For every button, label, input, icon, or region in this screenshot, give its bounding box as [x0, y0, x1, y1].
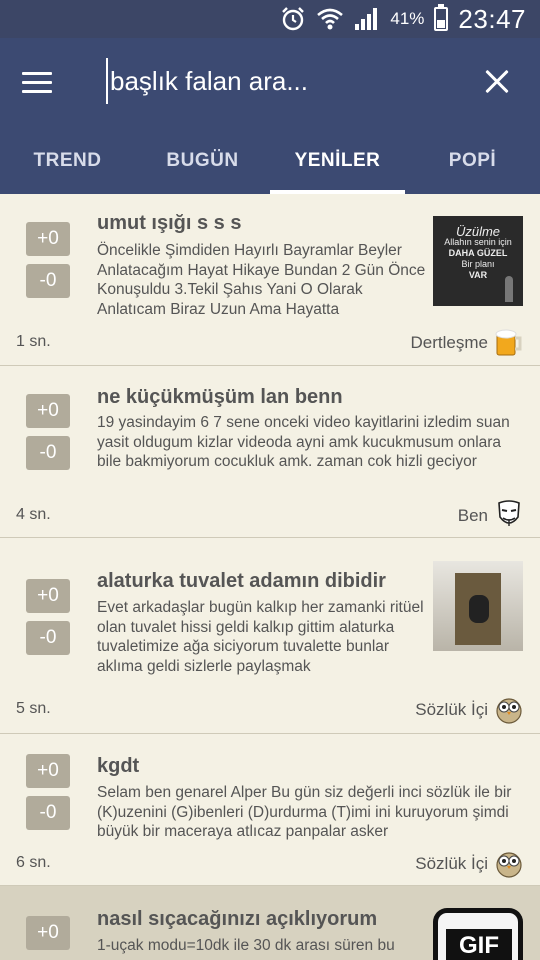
thumbnail-caption: DAHA GÜZEL: [448, 248, 508, 258]
post-excerpt: Öncelikle Şimdiden Hayırlı Bayramlar Bey…: [97, 242, 426, 318]
post-item[interactable]: +0 -0 alaturka tuvalet adamın dibidir Ev…: [0, 538, 540, 734]
post-item[interactable]: +0 -0 umut ışığı s s s Öncelikle Şimdide…: [0, 194, 540, 366]
downvote-button[interactable]: -0: [26, 436, 70, 470]
thumbnail-caption: Allahın senin için: [444, 237, 512, 247]
post-thumbnail[interactable]: [433, 561, 523, 651]
beer-mug-icon: [495, 329, 522, 356]
post-title[interactable]: ne küçükmüşüm lan benn: [97, 386, 343, 409]
tab-popi[interactable]: POPİ: [405, 128, 540, 194]
post-category[interactable]: Dertleşme: [411, 333, 488, 353]
thumbnail-caption: Bir planı: [461, 259, 495, 269]
downvote-button[interactable]: -0: [26, 621, 70, 655]
upvote-button[interactable]: +0: [26, 754, 70, 788]
person-figure: [469, 595, 489, 623]
post-item[interactable]: +0 nasıl sıçacağınızı açıklıyorum 1-uçak…: [0, 886, 540, 960]
app-bar: TREND BUGÜN YENİLER POPİ: [0, 38, 540, 194]
post-title[interactable]: nasıl sıçacağınızı açıklıyorum: [97, 908, 377, 931]
owl-icon: [496, 698, 522, 724]
post-title[interactable]: umut ışığı s s s: [97, 212, 241, 235]
post-excerpt: 1-uçak modu=10dk ile 30 dk arası süren b…: [97, 937, 395, 954]
post-feed: +0 -0 umut ışığı s s s Öncelikle Şimdide…: [0, 194, 540, 960]
gif-label: GIF: [446, 929, 512, 960]
downvote-button[interactable]: -0: [26, 264, 70, 298]
signal-icon: [355, 8, 378, 30]
wifi-icon: [317, 8, 344, 30]
upvote-button[interactable]: +0: [26, 394, 70, 428]
post-category[interactable]: Ben: [458, 506, 488, 526]
hamburger-menu-icon[interactable]: [22, 62, 62, 102]
post-item[interactable]: +0 -0 ne küçükmüşüm lan benn 19 yasinday…: [0, 366, 540, 538]
battery-percent: 41%: [390, 9, 425, 28]
post-time: 4 sn.: [16, 506, 51, 523]
clock: 23:47: [458, 3, 526, 34]
post-excerpt: 19 yasindayim 6 7 sene onceki video kayi…: [97, 414, 510, 470]
upvote-button[interactable]: +0: [26, 222, 70, 256]
close-icon[interactable]: [480, 64, 516, 100]
status-bar: 41% 23:47: [0, 0, 540, 38]
status-icons: 41% 23:47: [280, 0, 526, 38]
post-category[interactable]: Sözlük İçi: [415, 700, 488, 720]
downvote-button[interactable]: -0: [26, 796, 70, 830]
post-time: 1 sn.: [16, 333, 51, 350]
tab-yeniler[interactable]: YENİLER: [270, 128, 405, 194]
alarm-icon: [282, 7, 305, 31]
tab-bugun[interactable]: BUGÜN: [135, 128, 270, 194]
tab-bar: TREND BUGÜN YENİLER POPİ: [0, 128, 540, 194]
mask-icon: [498, 500, 520, 526]
post-excerpt: Evet arkadaşlar bugün kalkıp her zamanki…: [97, 599, 424, 675]
upvote-button[interactable]: +0: [26, 579, 70, 613]
post-excerpt: Selam ben genarel Alper Bu gün siz değer…: [97, 784, 512, 840]
post-thumbnail[interactable]: Üzülme Allahın senin için DAHA GÜZEL Bir…: [433, 216, 523, 306]
post-time: 6 sn.: [16, 854, 51, 871]
post-thumbnail[interactable]: GIF: [433, 908, 523, 960]
thumbnail-caption: Üzülme: [455, 224, 501, 239]
battery-icon: [434, 4, 449, 31]
post-category[interactable]: Sözlük İçi: [415, 854, 488, 874]
post-time: 5 sn.: [16, 700, 51, 717]
search-input[interactable]: [106, 58, 446, 104]
post-title[interactable]: alaturka tuvalet adamın dibidir: [97, 570, 386, 593]
upvote-button[interactable]: +0: [26, 916, 70, 950]
post-title[interactable]: kgdt: [97, 755, 139, 778]
post-item[interactable]: +0 -0 kgdt Selam ben genarel Alper Bu gü…: [0, 734, 540, 886]
owl-icon: [496, 852, 522, 878]
person-silhouette: [505, 276, 513, 302]
tab-trend[interactable]: TREND: [0, 128, 135, 194]
